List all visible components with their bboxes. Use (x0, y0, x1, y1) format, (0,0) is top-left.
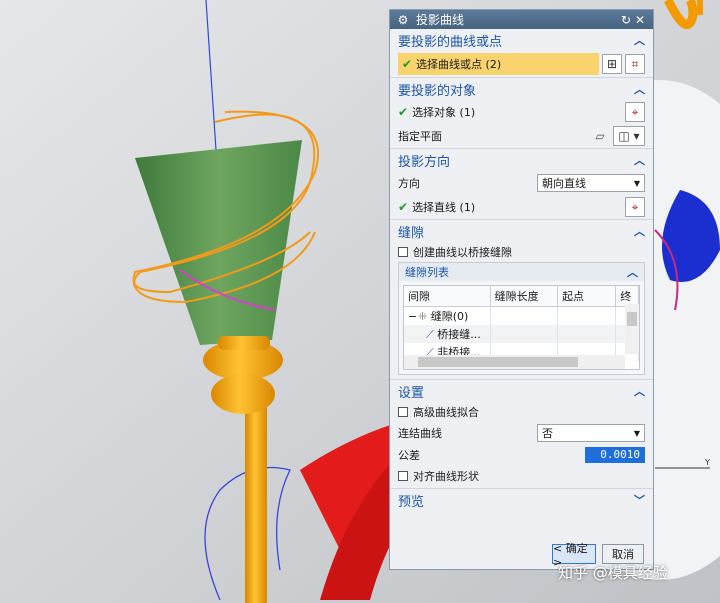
crosshair-icon[interactable]: ⌖ (625, 102, 645, 122)
curve-rule-icon[interactable]: ⌗ (625, 54, 645, 74)
section-direction-header[interactable]: 投影方向 ︿ (390, 148, 653, 171)
tolerance-row: 公差 0.0010 (390, 444, 653, 466)
chevron-up-icon[interactable]: ︿ (634, 32, 645, 48)
crosshair-icon[interactable]: ⌖ (625, 197, 645, 217)
section-gap-header[interactable]: 缝隙 ︿ (390, 219, 653, 242)
plane-row: 指定平面 ▱ ◫ ▾ (390, 124, 653, 148)
curves-row: ✔ 选择曲线或点 (2) ⊞ ⌗ (390, 51, 653, 77)
add-curve-icon[interactable]: ⊞ (602, 54, 622, 74)
reset-icon[interactable]: ↻ (619, 13, 633, 27)
project-curve-dialog: ⚙ 投影曲线 ↻ ✕ 要投影的曲线或点 ︿ ✔ 选择曲线或点 (2) ⊞ ⌗ 要… (389, 9, 654, 570)
check-icon: ✔ (398, 200, 409, 214)
dialog-title: 投影曲线 (416, 13, 465, 27)
objects-row[interactable]: ✔ 选择对象 (1) ⌖ (390, 100, 653, 124)
gap-list-panel: 缝隙列表 ︿ 间隙 缝隙长度 起点 终 −⁜ 缝隙(0) ⟋ 桥接缝... ⟋ … (398, 262, 645, 375)
section-curves-header[interactable]: 要投影的曲线或点 ︿ (390, 29, 653, 51)
column-header[interactable]: 间隙 (404, 286, 491, 307)
section-settings-header[interactable]: 设置 ︿ (390, 379, 653, 402)
horizontal-scrollbar[interactable] (404, 355, 625, 369)
column-header[interactable]: 起点 (557, 286, 617, 307)
tolerance-input[interactable]: 0.0010 (585, 447, 645, 463)
cancel-button[interactable]: 取消 (602, 544, 644, 564)
axis-label: Y (704, 458, 710, 467)
select-curves-field[interactable]: ✔ 选择曲线或点 (2) (398, 53, 599, 75)
dropdown-arrow-icon: ▼ (633, 428, 640, 438)
align-checkbox[interactable] (398, 471, 408, 481)
check-icon: ✔ (398, 105, 409, 119)
direction-select[interactable]: 朝向直线 ▼ (537, 174, 645, 192)
scrollbar-thumb[interactable] (418, 357, 578, 367)
section-preview-header[interactable]: 预览 ﹀ (390, 488, 653, 511)
close-icon[interactable]: ✕ (633, 13, 647, 27)
plane-dropdown-icon[interactable]: ◫ ▾ (613, 126, 645, 146)
table-row[interactable]: ⟋ 桥接缝... (404, 325, 639, 343)
check-icon: ✔ (402, 57, 413, 71)
expand-toggle-icon[interactable]: − (408, 310, 418, 323)
direction-row: 方向 朝向直线 ▼ (390, 171, 653, 195)
chevron-up-icon[interactable]: ︿ (634, 81, 645, 97)
align-row[interactable]: 对齐曲线形状 (390, 466, 653, 486)
plane-dialog-icon[interactable]: ▱ (590, 126, 610, 146)
chevron-up-icon[interactable]: ︿ (634, 383, 645, 399)
bridge-row[interactable]: 创建曲线以桥接缝隙 (390, 242, 653, 262)
chevron-up-icon[interactable]: ︿ (634, 152, 645, 168)
gap-group-icon: ⁜ (418, 310, 428, 323)
table-row[interactable]: −⁜ 缝隙(0) (404, 306, 639, 325)
advanced-fit-checkbox[interactable] (398, 407, 408, 417)
connect-row: 连结曲线 否 ▼ (390, 422, 653, 444)
bridge-checkbox[interactable] (398, 247, 408, 257)
vertical-scrollbar[interactable] (625, 304, 639, 354)
gear-icon[interactable]: ⚙ (396, 13, 410, 27)
scrollbar-thumb[interactable] (627, 312, 637, 326)
watermark: 知乎 @模具经验 (558, 564, 668, 582)
chevron-down-icon[interactable]: ﹀ (634, 492, 645, 508)
chevron-up-icon[interactable]: ︿ (627, 264, 638, 280)
chevron-up-icon[interactable]: ︿ (634, 223, 645, 239)
gap-list-header[interactable]: 缝隙列表 ︿ (399, 263, 644, 281)
section-objects-header[interactable]: 要投影的对象 ︿ (390, 77, 653, 100)
dialog-titlebar: ⚙ 投影曲线 ↻ ✕ (390, 10, 653, 29)
bridge-curve-icon: ⟋ (426, 328, 434, 341)
table-header: 间隙 缝隙长度 起点 终 (404, 286, 639, 307)
column-header[interactable]: 缝隙长度 (490, 286, 559, 307)
gap-table: 间隙 缝隙长度 起点 终 −⁜ 缝隙(0) ⟋ 桥接缝... ⟋ 非桥接... (403, 285, 640, 370)
line-row[interactable]: ✔ 选择直线 (1) ⌖ (390, 195, 653, 219)
connect-select[interactable]: 否 ▼ (537, 424, 645, 442)
dropdown-arrow-icon: ▼ (633, 178, 640, 188)
ok-button[interactable]: < 确定 > (552, 542, 596, 569)
advanced-fit-row[interactable]: 高级曲线拟合 (390, 402, 653, 422)
